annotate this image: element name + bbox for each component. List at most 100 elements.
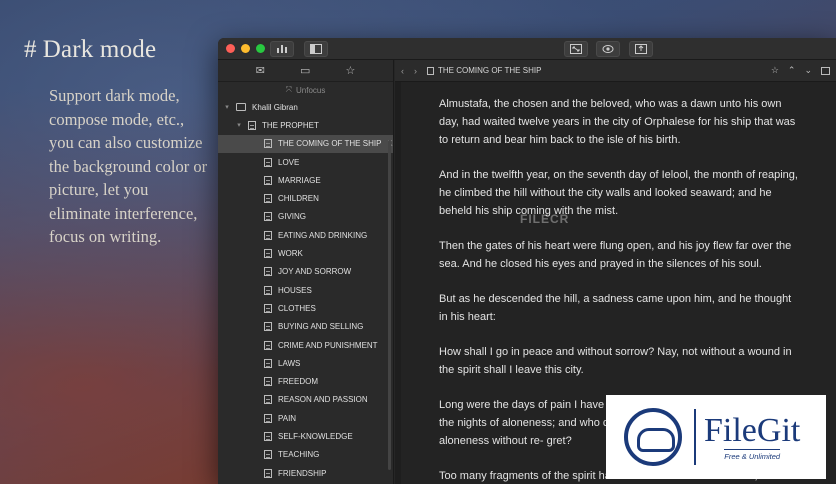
unfocus-label: Unfocus xyxy=(296,85,326,95)
forward-arrow-icon[interactable]: › xyxy=(414,66,417,76)
chapter-item[interactable]: LAWS xyxy=(218,354,393,372)
chapter-label: THE COMING OF THE SHIP xyxy=(278,139,382,149)
chapter-item[interactable]: FRIENDSHIP xyxy=(218,464,393,482)
promo-panel: # Dark mode Support dark mode, compose m… xyxy=(24,36,209,249)
chapter-item[interactable]: SELF-KNOWLEDGE xyxy=(218,427,393,445)
chapter-label: REASON AND PASSION xyxy=(278,395,368,405)
stats-button[interactable] xyxy=(270,41,294,57)
document-icon xyxy=(264,267,272,277)
watermark-badge: FileGit Free & Unlimited xyxy=(606,395,826,479)
chapter-item[interactable]: JOY AND SORROW xyxy=(218,263,393,281)
chapter-label: FRIENDSHIP xyxy=(278,468,327,478)
title-bar xyxy=(218,38,836,60)
chevron-down-icon[interactable]: ▾ xyxy=(234,121,244,129)
document-icon xyxy=(248,120,256,130)
zoom-window-button[interactable] xyxy=(256,44,265,53)
minimize-window-button[interactable] xyxy=(241,44,250,53)
book-label: THE PROPHET xyxy=(262,120,319,130)
document-icon xyxy=(264,468,272,478)
close-window-button[interactable] xyxy=(226,44,235,53)
chapter-label: PAIN xyxy=(278,413,297,423)
editor-header-actions: ☆ ⌃ ⌄ xyxy=(771,65,830,76)
expand-icon xyxy=(570,44,582,54)
paragraph[interactable]: How shall I go in peace and without sorr… xyxy=(439,343,799,379)
document-icon xyxy=(264,303,272,313)
chapter-item[interactable]: MARRIAGE xyxy=(218,171,393,189)
chapter-item[interactable]: EATING AND DRINKING xyxy=(218,226,393,244)
star-icon[interactable]: ☆ xyxy=(346,64,356,77)
author-label: Khalil Gibran xyxy=(252,102,298,112)
chapter-list: THE COMING OF THE SHIPK LOVE MARRIAGE CHILD… xyxy=(218,134,393,483)
watermark-divider xyxy=(694,409,696,465)
editor-doc-title: THE COMING OF THE SHIP xyxy=(438,66,542,75)
promo-title: # Dark mode xyxy=(24,36,209,64)
window-controls xyxy=(226,44,265,53)
chapter-item[interactable]: FREEDOM xyxy=(218,372,393,390)
chapter-item[interactable]: PAIN xyxy=(218,409,393,427)
inbox-icon[interactable]: ✉ xyxy=(256,64,265,77)
chapter-item[interactable]: WORK xyxy=(218,244,393,262)
promo-description: Support dark mode, compose mode, etc., y… xyxy=(49,86,208,246)
sidebar-toolbar: ✉ ▭ ☆ xyxy=(218,60,393,82)
chapter-item[interactable]: THE COMING OF THE SHIPK xyxy=(218,134,393,153)
brand-name: FileGit xyxy=(704,412,801,449)
chevron-down-icon[interactable]: ⌄ xyxy=(804,65,812,76)
star-icon[interactable]: ☆ xyxy=(771,65,779,76)
tree-book[interactable]: ▾ THE PROPHET xyxy=(218,116,393,134)
sidebar: ✉ ▭ ☆ ⤧ Unfocus ▾ Khalil Gibran ▾ THE PR… xyxy=(218,60,394,484)
document-icon xyxy=(264,194,272,204)
share-button[interactable] xyxy=(629,41,653,57)
chapter-label: CRIME AND PUNISHMENT xyxy=(278,340,378,350)
split-view-icon[interactable] xyxy=(821,66,830,75)
paragraph[interactable]: But as he descended the hill, a sadness … xyxy=(439,290,799,326)
chapter-item[interactable]: TEACHING xyxy=(218,446,393,464)
collapse-icon: ⤧ xyxy=(285,85,293,94)
chapter-label: TEACHING xyxy=(278,450,320,460)
cloud-logo-icon xyxy=(624,408,682,466)
chapter-label: BUYING AND SELLING xyxy=(278,322,364,332)
chapter-label: LOVE xyxy=(278,157,300,167)
chapter-label: WORK xyxy=(278,249,303,259)
document-icon xyxy=(264,322,272,332)
tree-author[interactable]: ▾ Khalil Gibran xyxy=(218,98,393,116)
toggle-sidebar-button[interactable] xyxy=(304,41,328,57)
chapter-label: GIVING xyxy=(278,212,307,222)
eye-icon xyxy=(602,45,614,53)
chapter-label: SELF-KNOWLEDGE xyxy=(278,431,353,441)
document-icon xyxy=(264,175,272,185)
document-icon xyxy=(264,450,272,460)
document-icon xyxy=(264,157,272,167)
chapter-label: CHILDREN xyxy=(278,194,319,204)
chapter-item[interactable]: REASON AND PASSION xyxy=(218,391,393,409)
document-tree: ▾ Khalil Gibran ▾ THE PROPHET THE COMING… xyxy=(218,98,393,482)
paragraph[interactable]: Almustafa, the chosen and the beloved, w… xyxy=(439,95,799,149)
chevron-up-icon[interactable]: ⌃ xyxy=(788,65,796,76)
document-icon xyxy=(264,431,272,441)
sidebar-icon xyxy=(310,44,322,54)
document-icon xyxy=(264,230,272,240)
document-icon xyxy=(264,212,272,222)
document-icon xyxy=(264,285,272,295)
document-icon xyxy=(264,358,272,368)
chapter-item[interactable]: LOVE xyxy=(218,153,393,171)
chapter-item[interactable]: CLOTHES xyxy=(218,299,393,317)
share-icon xyxy=(635,44,647,54)
library-icon[interactable]: ▭ xyxy=(300,64,310,77)
chapter-item[interactable]: CRIME AND PUNISHMENT xyxy=(218,336,393,354)
paragraph[interactable]: Then the gates of his heart were flung o… xyxy=(439,237,799,273)
unfocus-button[interactable]: ⤧ Unfocus xyxy=(218,82,393,98)
chapter-item[interactable]: HOUSES xyxy=(218,281,393,299)
chapter-label: CLOTHES xyxy=(278,303,316,313)
sidebar-scrollbar[interactable] xyxy=(388,140,391,470)
overlay-watermark: FILECR xyxy=(520,212,570,226)
bar-chart-icon xyxy=(277,45,287,53)
preview-button[interactable] xyxy=(596,41,620,57)
fullscreen-button[interactable] xyxy=(564,41,588,57)
chevron-down-icon[interactable]: ▾ xyxy=(222,103,232,111)
chapter-item[interactable]: CHILDREN xyxy=(218,189,393,207)
chapter-label: FREEDOM xyxy=(278,377,318,387)
chapter-item[interactable]: BUYING AND SELLING xyxy=(218,318,393,336)
paragraph[interactable]: And in the twelfth year, on the seventh … xyxy=(439,166,799,220)
back-arrow-icon[interactable]: ‹ xyxy=(401,66,404,76)
chapter-item[interactable]: GIVING xyxy=(218,208,393,226)
